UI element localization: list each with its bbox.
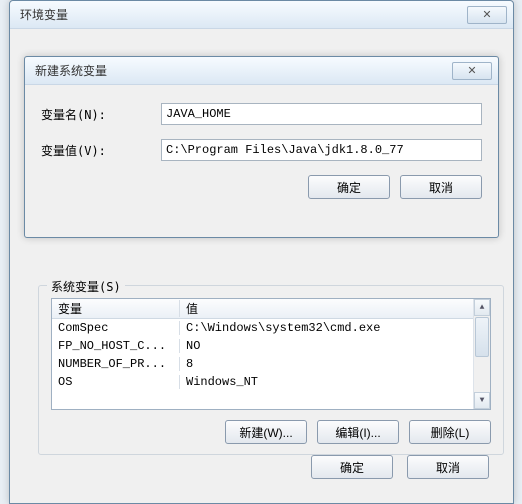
inner-dialog-buttons: 确定 取消 xyxy=(41,175,482,199)
chevron-up-icon: ▲ xyxy=(480,303,485,312)
list-header: 变量 值 xyxy=(52,299,490,319)
row-val: Windows_NT xyxy=(180,375,490,389)
scroll-up-button[interactable]: ▲ xyxy=(474,299,490,316)
edit-variable-button[interactable]: 编辑(I)... xyxy=(317,420,399,444)
inner-body: 变量名(N): 变量值(V): 确定 取消 xyxy=(25,85,498,211)
outer-close-button[interactable]: ✕ xyxy=(467,6,507,24)
row-var: NUMBER_OF_PR... xyxy=(52,357,180,371)
row-val: 8 xyxy=(180,357,490,371)
delete-variable-button[interactable]: 删除(L) xyxy=(409,420,491,444)
row-var: OS xyxy=(52,375,180,389)
scroll-thumb[interactable] xyxy=(475,317,489,357)
outer-window-title: 环境变量 xyxy=(20,6,467,23)
variable-name-input[interactable] xyxy=(161,103,482,125)
list-rows: ComSpec C:\Windows\system32\cmd.exe FP_N… xyxy=(52,319,490,391)
variable-name-row: 变量名(N): xyxy=(41,103,482,125)
system-variables-legend: 系统变量(S) xyxy=(47,278,125,295)
inner-window-title: 新建系统变量 xyxy=(35,62,452,79)
outer-titlebar: 环境变量 ✕ xyxy=(10,1,513,29)
column-header-variable[interactable]: 变量 xyxy=(52,300,180,317)
new-variable-button[interactable]: 新建(W)... xyxy=(225,420,307,444)
system-variables-list[interactable]: 变量 值 ComSpec C:\Windows\system32\cmd.exe… xyxy=(51,298,491,410)
variable-value-row: 变量值(V): xyxy=(41,139,482,161)
scrollbar[interactable]: ▲ ▼ xyxy=(473,299,490,409)
new-system-variable-dialog: 新建系统变量 ✕ 变量名(N): 变量值(V): 确定 取消 xyxy=(24,56,499,238)
chevron-down-icon: ▼ xyxy=(480,396,485,405)
inner-ok-button[interactable]: 确定 xyxy=(308,175,390,199)
inner-titlebar: 新建系统变量 ✕ xyxy=(25,57,498,85)
variable-value-label: 变量值(V): xyxy=(41,142,161,159)
list-item[interactable]: OS Windows_NT xyxy=(52,373,490,391)
row-var: ComSpec xyxy=(52,321,180,335)
variable-value-input[interactable] xyxy=(161,139,482,161)
list-item[interactable]: FP_NO_HOST_C... NO xyxy=(52,337,490,355)
row-val: C:\Windows\system32\cmd.exe xyxy=(180,321,490,335)
list-item[interactable]: NUMBER_OF_PR... 8 xyxy=(52,355,490,373)
inner-close-button[interactable]: ✕ xyxy=(452,62,492,80)
row-val: NO xyxy=(180,339,490,353)
system-variables-group: 系统变量(S) 变量 值 ComSpec C:\Windows\system32… xyxy=(38,285,504,455)
close-icon: ✕ xyxy=(482,8,491,21)
outer-dialog-buttons: 确定 取消 xyxy=(311,455,489,479)
column-header-value[interactable]: 值 xyxy=(180,300,490,317)
row-var: FP_NO_HOST_C... xyxy=(52,339,180,353)
scroll-down-button[interactable]: ▼ xyxy=(474,392,490,409)
outer-cancel-button[interactable]: 取消 xyxy=(407,455,489,479)
outer-ok-button[interactable]: 确定 xyxy=(311,455,393,479)
variable-name-label: 变量名(N): xyxy=(41,106,161,123)
inner-cancel-button[interactable]: 取消 xyxy=(400,175,482,199)
close-icon: ✕ xyxy=(467,64,476,77)
list-item[interactable]: ComSpec C:\Windows\system32\cmd.exe xyxy=(52,319,490,337)
system-variables-buttons: 新建(W)... 编辑(I)... 删除(L) xyxy=(51,420,491,444)
